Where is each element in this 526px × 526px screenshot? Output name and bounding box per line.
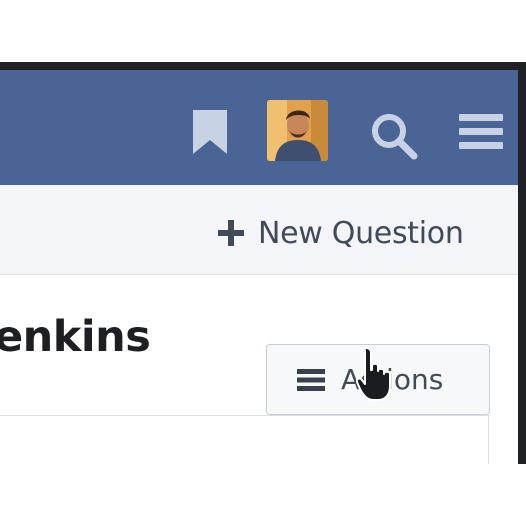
avatar[interactable] — [267, 100, 328, 161]
new-question-label: New Question — [258, 215, 464, 251]
app-window: New Question enkins Actions — [0, 70, 518, 464]
list-icon — [297, 368, 325, 391]
hand-pointer-cursor-icon — [356, 347, 391, 401]
bookmark-icon[interactable] — [191, 110, 229, 154]
new-question-button[interactable]: New Question — [218, 213, 464, 253]
search-icon[interactable] — [370, 112, 418, 160]
page-title: enkins — [0, 312, 151, 362]
question-card — [0, 416, 489, 464]
secondary-toolbar: New Question — [0, 185, 518, 275]
main-content: enkins Actions — [0, 276, 518, 464]
lower-blank-area — [0, 464, 526, 526]
avatar-photo — [267, 100, 328, 161]
hamburger-menu-icon[interactable] — [459, 114, 503, 150]
top-navigation-bar — [0, 70, 518, 185]
plus-icon — [218, 220, 244, 246]
